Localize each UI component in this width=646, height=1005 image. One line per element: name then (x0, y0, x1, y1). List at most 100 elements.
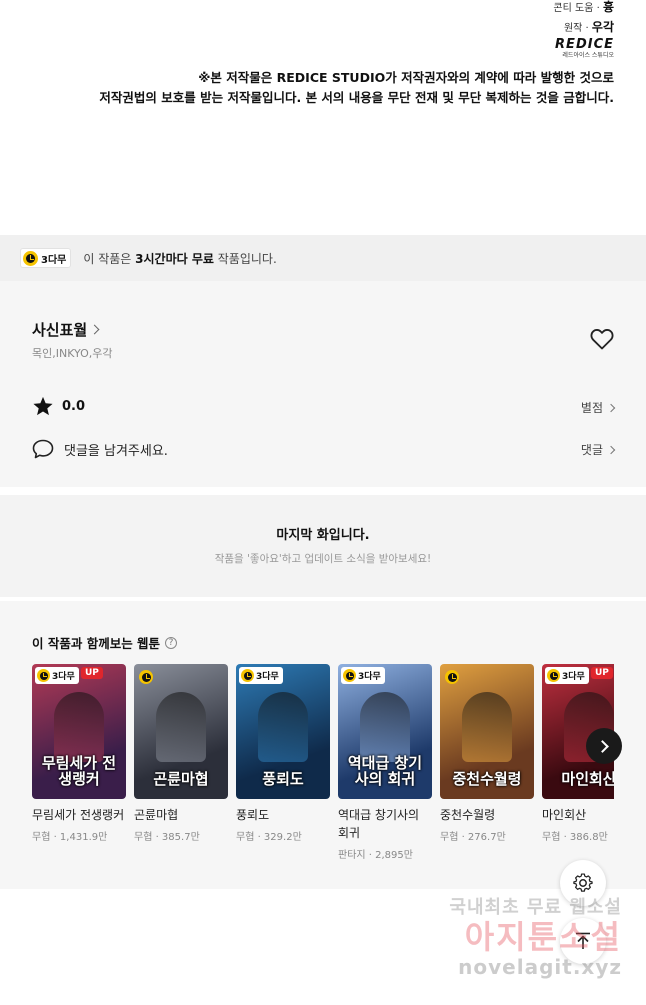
clock-badge (139, 669, 153, 688)
wait-free-badge: 3다무 (20, 248, 72, 268)
wait-free-badge: 3다무 (35, 667, 79, 684)
wait-free-badge: 3다무 (545, 667, 589, 684)
rating-row: 0.0 (32, 396, 85, 417)
gear-icon (573, 873, 593, 892)
cover-title: 무림세가 전생랭커 (41, 754, 117, 788)
recommendation-meta: 무협 · 386.8만 (542, 832, 608, 843)
credits: 콘티 도움 · 흉 원작 · 우각 (553, 0, 614, 36)
recommendations-title: 이 작품과 함께보는 웹툰 ? (32, 633, 178, 652)
copyright-notice: ※본 저작물은 REDICE STUDIO가 저작권자와의 계약에 따라 발행한… (99, 68, 614, 108)
clock-icon (139, 670, 153, 684)
wait-free-badge-label: 3다무 (41, 254, 67, 266)
credit-original-value: 우각 (591, 20, 614, 34)
arrow-up-icon (576, 932, 590, 949)
last-episode-title: 마지막 화입니다. (276, 528, 370, 543)
work-title-link[interactable]: 사신표월 (32, 319, 100, 340)
settings-button[interactable] (560, 860, 606, 906)
wait-free-badge-label: 3다무 (358, 672, 381, 682)
chevron-right-icon (89, 324, 100, 335)
clock-icon (37, 669, 50, 682)
credit-original: 원작 · 우각 (563, 20, 614, 34)
recommendation-meta: 무협 · 1,431.9만 (32, 832, 108, 843)
recommendation-carousel: 무림세가 전생랭커 3다무 UP 무림세가 전생랭커무협 · 1,431.9만 곤륜마협… (32, 664, 614, 884)
clock-badge (445, 669, 459, 688)
recommendation-title[interactable]: 무림세가 전생랭커 (32, 806, 126, 824)
cover-figure (462, 692, 512, 762)
update-badge: UP (81, 667, 103, 679)
recommendation-card[interactable]: 곤륜마협 곤륜마협 무협 · 385.7만 (134, 664, 228, 884)
clock-icon (445, 670, 459, 684)
credit-original-label: 원작 (563, 23, 583, 34)
recommendation-thumbnail[interactable]: 역대급 창기사의 회귀 3다무 (338, 664, 432, 799)
comment-link-label: 댓글 (580, 443, 603, 457)
rating-link[interactable]: 별점 (581, 399, 616, 416)
recommendation-meta: 판타지 · 2,895만 (338, 850, 413, 861)
heart-icon[interactable] (590, 328, 614, 350)
recommendation-card[interactable]: 중천수월령 중천수월령 무협 · 276.7만 (440, 664, 534, 884)
studio-logo-mark: REDICE (555, 37, 614, 52)
cover-title: 중천수월령 (452, 770, 522, 788)
carousel-next-button[interactable] (586, 728, 622, 764)
recommendation-title[interactable]: 역대급 창기사의 회귀 (338, 806, 432, 842)
chevron-right-icon (606, 403, 616, 412)
recommendations: 이 작품과 함께보는 웹툰 ? 무림세가 전생랭커 3다무 UP 무림세가 전생랭커 무… (0, 597, 646, 889)
wait-free-badge-label: 3다무 (256, 672, 279, 682)
last-episode-notice: 마지막 화입니다. 작품을 '좋아요'하고 업데이트 소식을 받아보세요! (0, 487, 646, 597)
studio-logo-sub: 레드아이스 스튜디오 (562, 52, 614, 59)
recommendation-thumbnail[interactable]: 곤륜마협 (134, 664, 228, 799)
speech-bubble-icon (32, 439, 54, 459)
cover-title: 곤륜마협 (153, 770, 209, 788)
recommendation-meta: 무협 · 276.7만 (440, 832, 506, 843)
recommendation-card[interactable]: 풍뢰도 3다무 풍뢰도 무협 · 329.2만 (236, 664, 330, 884)
studio-logo: REDICE 레드아이스 스튜디오 (544, 37, 614, 60)
scroll-top-button[interactable] (560, 918, 606, 964)
cover-title: 풍뢰도 (262, 770, 304, 788)
chevron-right-icon (606, 445, 616, 454)
comment-prompt-row[interactable]: 댓글을 남겨주세요. (32, 439, 168, 459)
wait-free-badge-label: 3다무 (52, 672, 75, 682)
cover-title: 역대급 창기사의 회귀 (347, 754, 423, 788)
work-info: 사신표월 목인,INKYO,우각 0.0 별점 댓글을 남겨주세요. 댓글 (0, 281, 646, 487)
credit-assist-label: 콘티 도움 (553, 3, 594, 14)
recommendation-card[interactable]: 마인회산 3다무 UP 마인회산무협 · 386.8만 (542, 664, 614, 884)
recommendation-title[interactable]: 풍뢰도 (236, 806, 330, 824)
clock-icon (241, 669, 254, 682)
wait-free-badge: 3다무 (239, 667, 283, 684)
wait-free-badge-label: 3다무 (562, 672, 585, 682)
recommendation-title[interactable]: 곤륜마협 (134, 806, 228, 824)
update-badge: UP (591, 667, 613, 679)
cover-title: 마인회산 (561, 770, 614, 788)
copyright-notice-line1: ※본 저작물은 REDICE STUDIO가 저작권자와의 계약에 따라 발행한… (198, 70, 614, 85)
recommendation-title[interactable]: 마인회산 (542, 806, 614, 824)
free-info-text-bold: 3시간마다 무료 (135, 251, 214, 266)
recommendation-thumbnail[interactable]: 풍뢰도 3다무 (236, 664, 330, 799)
credit-assist: 콘티 도움 · 흉 (553, 0, 614, 14)
clock-icon (547, 669, 560, 682)
cover-figure (360, 692, 410, 762)
work-title: 사신표월 (32, 321, 88, 339)
last-episode-subtitle: 작품을 '좋아요'하고 업데이트 소식을 받아보세요! (214, 553, 432, 565)
star-icon (33, 396, 53, 416)
free-info-band: 3다무 이 작품은 3시간마다 무료 작품입니다. (0, 235, 646, 281)
recommendation-thumbnail[interactable]: 중천수월령 (440, 664, 534, 799)
free-info-text: 이 작품은 3시간마다 무료 작품입니다. (83, 250, 276, 267)
clock-icon (23, 250, 38, 266)
free-info-text-pre: 이 작품은 (83, 251, 136, 266)
cover-figure (54, 692, 104, 762)
recommendations-title-text: 이 작품과 함께보는 웹툰 (32, 636, 161, 651)
comment-link[interactable]: 댓글 (580, 441, 616, 458)
comment-prompt: 댓글을 남겨주세요. (64, 443, 168, 459)
help-icon[interactable]: ? (165, 636, 178, 649)
rating-value: 0.0 (62, 399, 86, 414)
recommendation-card[interactable]: 역대급 창기사의 회귀 3다무역대급 창기사의 회귀판타지 · 2,895만 (338, 664, 432, 884)
work-authors: 목인,INKYO,우각 (32, 347, 113, 360)
recommendation-thumbnail[interactable]: 무림세가 전생랭커 3다무 UP (32, 664, 126, 799)
clock-icon (343, 669, 356, 682)
recommendation-meta: 무협 · 385.7만 (134, 832, 200, 843)
chevron-right-icon (595, 739, 609, 753)
recommendation-card[interactable]: 무림세가 전생랭커 3다무 UP 무림세가 전생랭커무협 · 1,431.9만 (32, 664, 126, 884)
wait-free-badge: 3다무 (341, 667, 385, 684)
recommendation-title[interactable]: 중천수월령 (440, 806, 534, 824)
copyright-notice-line2: 저작권법의 보호를 받는 저작물입니다. 본 서의 내용을 무단 전재 및 무단… (99, 90, 614, 105)
free-info-text-post: 작품입니다. (213, 251, 277, 266)
